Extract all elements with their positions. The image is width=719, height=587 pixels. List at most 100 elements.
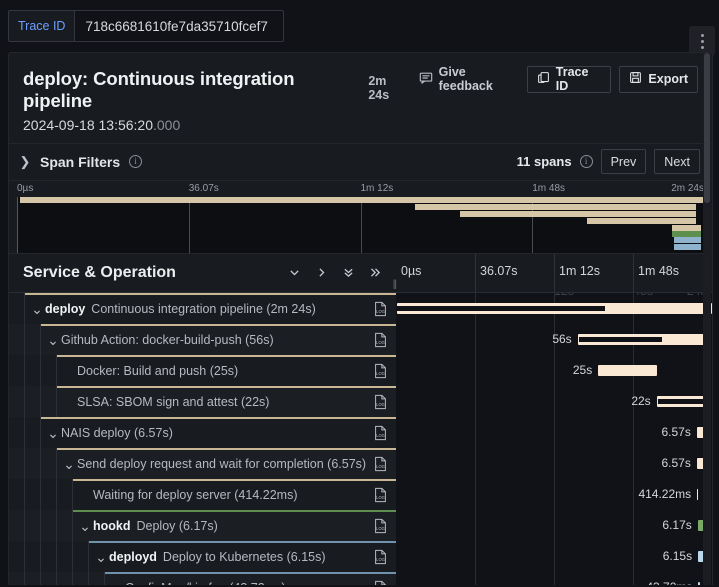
vertical-scrollbar[interactable]	[703, 53, 711, 585]
table-row[interactable]: ⌄Docker: Build and push (25s)LOG25s	[9, 354, 712, 386]
span-timeline-cell[interactable]: 43.72ms	[396, 571, 712, 585]
chevron-down-icon[interactable]: ⌄	[29, 302, 45, 316]
span-bar[interactable]	[656, 395, 709, 407]
chevrons-down-icon[interactable]	[342, 266, 355, 279]
span-timeline-cell[interactable]: 6.15s	[396, 540, 712, 572]
span-timeline-cell[interactable]: 12s48s24s	[396, 292, 712, 324]
export-button-label: Export	[648, 72, 688, 86]
spans-info-icon[interactable]: i	[579, 155, 593, 168]
span-timeline-cell[interactable]: 414.22ms	[396, 478, 712, 510]
minimap[interactable]: 0µs 36.07s 1m 12s 1m 48s 2m 24s	[9, 181, 712, 253]
table-row[interactable]: ⌄ Send deploy request and wait for comple…	[9, 447, 712, 479]
span-row-body[interactable]: ⌄ NAIS deploy (6.57s) LOG	[41, 416, 396, 448]
timeline-tick: 0µs	[401, 263, 422, 278]
span-row-body[interactable]: ⌄ Github Action: docker-build-push (56s) L…	[41, 323, 396, 355]
span-row-body[interactable]: ⌄Docker: Build and push (25s)LOG	[57, 354, 396, 386]
minimap-tick: 0µs	[17, 182, 34, 194]
span-row-body[interactable]: ⌄ deploy Continuous integration pipeline (…	[25, 292, 396, 324]
span-name-cell[interactable]: ⌄SLSA: SBOM sign and attest (22s)LOG	[9, 385, 396, 417]
svg-text:LOG: LOG	[376, 526, 385, 531]
log-icon[interactable]: LOG	[373, 487, 396, 503]
span-row-body[interactable]: ⌄ Send deploy request and wait for comple…	[57, 447, 396, 479]
span-timeline-cell[interactable]: 22s	[396, 385, 712, 417]
span-operation-name: Deploy to Kubernetes (6.15s)	[162, 550, 326, 564]
log-icon[interactable]: LOG	[373, 580, 396, 585]
chevrons-right-icon[interactable]	[369, 266, 382, 279]
span-timeline-cell[interactable]: 56s	[396, 323, 712, 355]
table-row[interactable]: ⌄ deploy Continuous integration pipeline (…	[9, 292, 712, 324]
indent-guide	[57, 571, 73, 585]
span-bar[interactable]	[577, 333, 709, 345]
log-icon[interactable]: LOG	[373, 301, 396, 317]
span-row-body[interactable]: ⌄ hookd Deploy (6.17s) LOG	[73, 509, 396, 541]
span-name-cell[interactable]: ⌄ hookd Deploy (6.17s) LOG	[9, 509, 396, 541]
trace-header: deploy: Continuous integration pipeline …	[9, 53, 712, 143]
span-bar[interactable]	[697, 488, 699, 500]
indent-guide	[9, 447, 25, 479]
span-bar[interactable]	[396, 302, 712, 314]
trace-id-button[interactable]: Trace ID	[526, 65, 612, 93]
indent-guides	[9, 540, 89, 572]
log-icon[interactable]: LOG	[373, 332, 396, 348]
log-icon[interactable]: LOG	[373, 549, 396, 565]
span-timeline-cell[interactable]: 6.17s	[396, 509, 712, 541]
table-row[interactable]: ⌄Waiting for deploy server (414.22ms)LOG…	[9, 478, 712, 510]
indent-guides	[9, 416, 41, 448]
timeline-gridline	[554, 253, 555, 293]
span-row-body[interactable]: ⌄SLSA: SBOM sign and attest (22s)LOG	[57, 385, 396, 417]
span-name-cell[interactable]: ⌄ConfigMap/kimfoo (43.72ms)LOG	[9, 571, 396, 585]
chevron-down-icon[interactable]: ⌄	[45, 333, 61, 347]
table-row[interactable]: ⌄ NAIS deploy (6.57s) LOG 6.57s	[9, 416, 712, 448]
span-name-cell[interactable]: ⌄ deploy Continuous integration pipeline (…	[9, 292, 396, 324]
log-icon[interactable]: LOG	[373, 425, 396, 441]
chevron-down-icon[interactable]	[288, 266, 301, 279]
indent-guide	[41, 478, 57, 510]
span-timeline-cell[interactable]: 6.57s	[396, 416, 712, 448]
span-timeline-cell[interactable]: 6.57s	[396, 447, 712, 479]
chevron-down-icon[interactable]: ⌄	[61, 457, 77, 471]
scrollbar-thumb[interactable]	[704, 53, 710, 203]
timeline-column-header: 0µs36.07s1m 12s1m 48s2m 24s	[396, 253, 712, 293]
chevron-down-icon[interactable]: ⌄	[93, 550, 109, 564]
indent-guide	[89, 571, 105, 585]
indent-guide	[9, 292, 25, 324]
table-row[interactable]: ⌄ConfigMap/kimfoo (43.72ms)LOG43.72ms	[9, 571, 712, 585]
table-row[interactable]: ⌄ Github Action: docker-build-push (56s) L…	[9, 323, 712, 355]
chevron-right-icon[interactable]	[315, 266, 328, 279]
span-bar[interactable]	[598, 364, 657, 376]
chevron-down-icon[interactable]: ⌄	[77, 519, 93, 533]
log-icon[interactable]: LOG	[373, 456, 396, 472]
span-name-cell[interactable]: ⌄Docker: Build and push (25s)LOG	[9, 354, 396, 386]
table-row[interactable]: ⌄ deployd Deploy to Kubernetes (6.15s) LOG 6…	[9, 540, 712, 572]
log-icon[interactable]: LOG	[373, 363, 396, 379]
info-icon[interactable]: i	[129, 155, 143, 168]
span-service-name: hookd	[93, 519, 131, 533]
timeline-gridline	[475, 571, 476, 585]
indent-guide	[25, 540, 41, 572]
span-name-cell[interactable]: ⌄Waiting for deploy server (414.22ms)LOG	[9, 478, 396, 510]
span-timeline-cell[interactable]: 25s	[396, 354, 712, 386]
span-bar[interactable]	[698, 581, 700, 585]
span-name-cell[interactable]: ⌄ deployd Deploy to Kubernetes (6.15s) LOG	[9, 540, 396, 572]
span-name-cell[interactable]: ⌄ NAIS deploy (6.57s) LOG	[9, 416, 396, 448]
table-row[interactable]: ⌄SLSA: SBOM sign and attest (22s)LOG22s	[9, 385, 712, 417]
next-button[interactable]: Next	[654, 149, 700, 174]
span-filters-row[interactable]: ❯ Span Filters i 11 spans i Prev Next	[9, 142, 712, 181]
span-row-body[interactable]: ⌄ deployd Deploy to Kubernetes (6.15s) LOG	[89, 540, 396, 572]
table-row[interactable]: ⌄ hookd Deploy (6.17s) LOG 6.17s	[9, 509, 712, 541]
export-button[interactable]: Export	[619, 65, 698, 93]
indent-guides	[9, 385, 57, 417]
span-name-cell[interactable]: ⌄ Github Action: docker-build-push (56s) L…	[9, 323, 396, 355]
span-row-body[interactable]: ⌄ConfigMap/kimfoo (43.72ms)LOG	[105, 571, 396, 585]
minimap-canvas[interactable]	[17, 196, 704, 253]
chevron-down-icon[interactable]: ⌄	[45, 426, 61, 440]
service-operation-column-header: Service & Operation ||	[9, 254, 397, 292]
prev-button[interactable]: Prev	[600, 149, 647, 174]
span-row-body[interactable]: ⌄Waiting for deploy server (414.22ms)LOG	[73, 478, 396, 510]
trace-id-input[interactable]: 718c6681610fe7da35710fcef7	[74, 10, 285, 42]
chevron-right-icon[interactable]: ❯	[19, 154, 31, 170]
log-icon[interactable]: LOG	[373, 518, 396, 534]
give-feedback-link[interactable]: Give feedback	[419, 65, 519, 93]
span-name-cell[interactable]: ⌄ Send deploy request and wait for comple…	[9, 447, 396, 479]
log-icon[interactable]: LOG	[373, 394, 396, 410]
